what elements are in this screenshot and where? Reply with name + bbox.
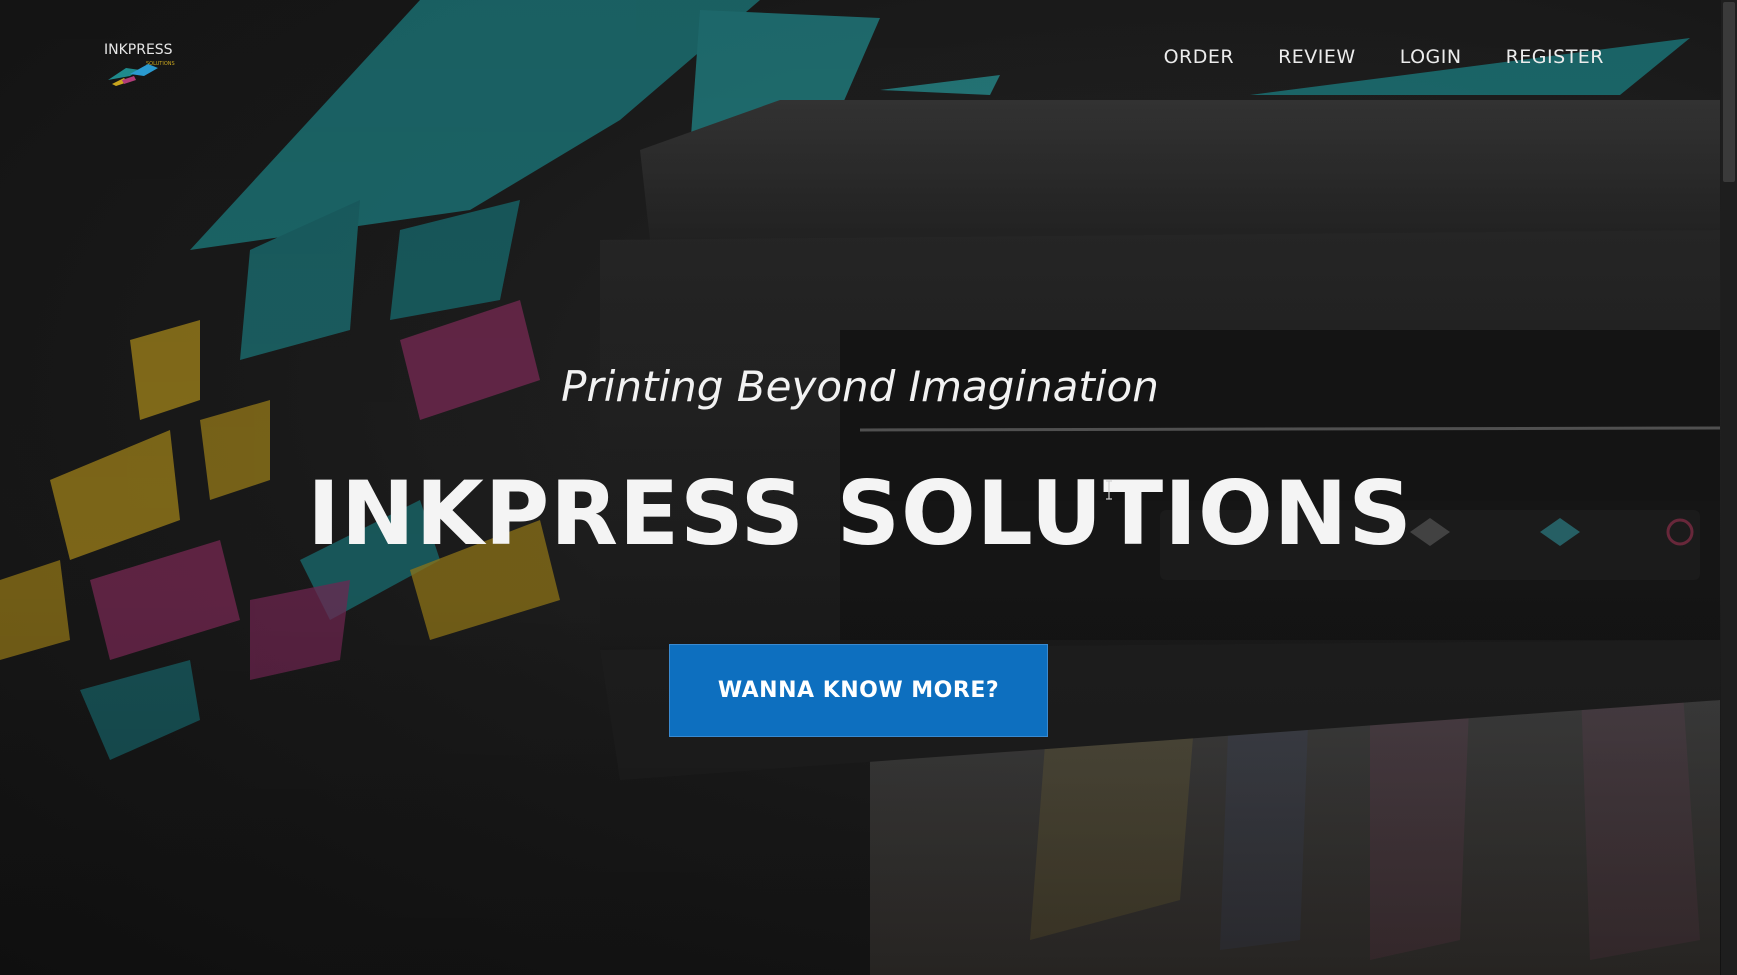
wanna-know-more-button[interactable]: WANNA KNOW MORE?: [669, 644, 1048, 737]
nav-link-review[interactable]: REVIEW: [1278, 46, 1356, 68]
main-nav: ORDER REVIEW LOGIN REGISTER: [1164, 46, 1604, 68]
nav-link-login[interactable]: LOGIN: [1400, 46, 1462, 68]
hero-tagline: Printing Beyond Imagination: [561, 362, 1159, 411]
text-cursor-icon: [1106, 480, 1112, 500]
landing-page: INKPRESS SOLUTIONS ORDER REVIEW LOGIN RE…: [0, 0, 1737, 975]
logo[interactable]: INKPRESS SOLUTIONS: [100, 40, 190, 90]
nav-link-order[interactable]: ORDER: [1164, 46, 1235, 68]
scrollbar-thumb[interactable]: [1723, 2, 1735, 182]
logo-text: INKPRESS: [104, 42, 173, 58]
nav-link-register[interactable]: REGISTER: [1506, 46, 1604, 68]
hero-headline: INKPRESS SOLUTIONS: [307, 462, 1413, 565]
scrollbar[interactable]: [1721, 0, 1737, 975]
